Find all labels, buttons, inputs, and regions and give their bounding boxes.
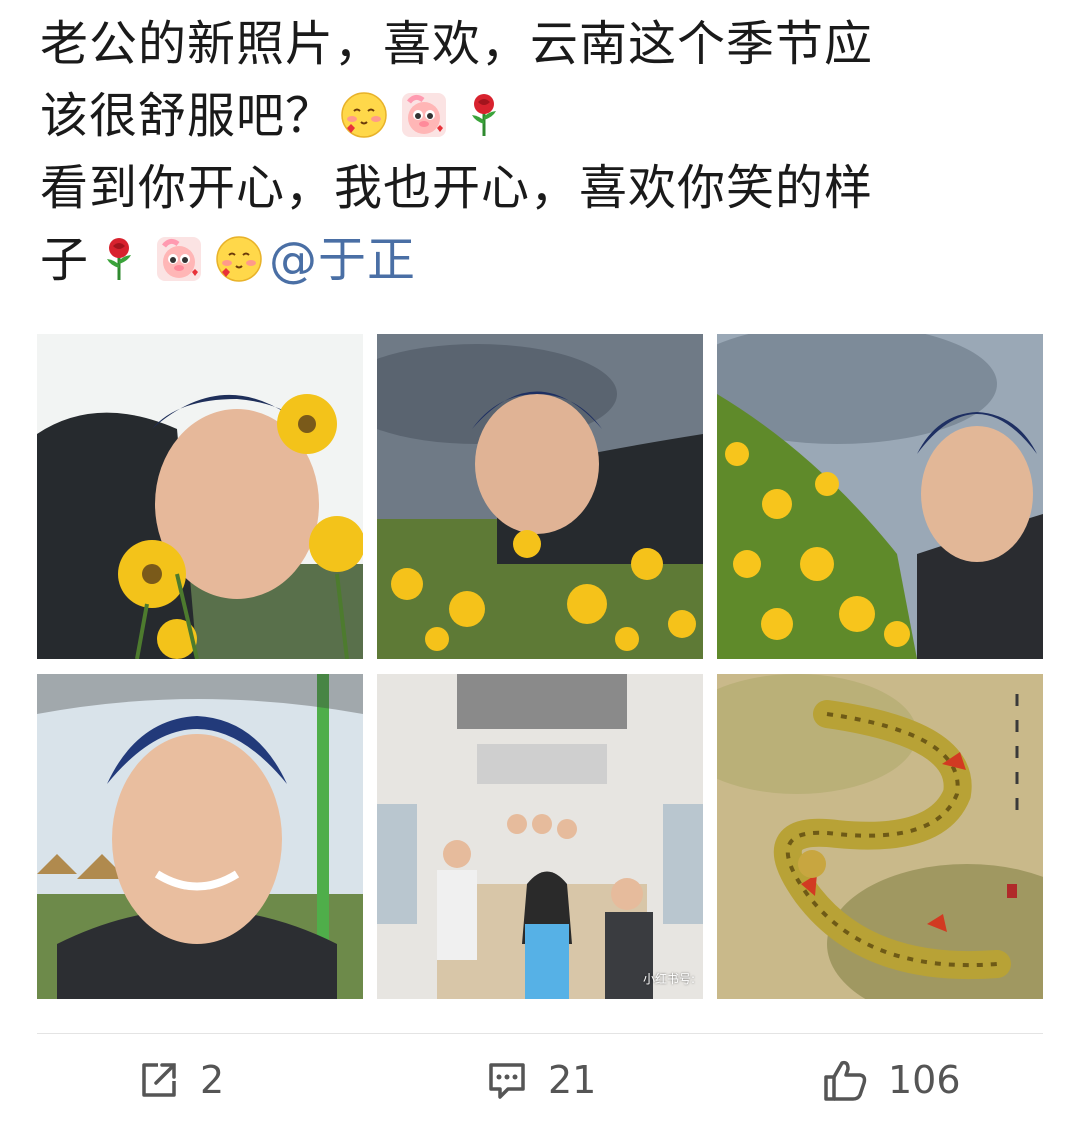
comment-button[interactable]: 21: [486, 1050, 596, 1110]
divider: [37, 1033, 1043, 1034]
photo-group-bus[interactable]: 小红书号:: [377, 674, 703, 999]
post-line-2: 该很舒服吧？: [40, 80, 1050, 152]
photo-dragon-painting[interactable]: [717, 674, 1043, 999]
rose-emoji: [94, 234, 144, 284]
photo-grid: 小红书号:: [37, 334, 1043, 999]
share-icon: [142, 1063, 176, 1097]
photo-selfie-flowers-1[interactable]: [37, 334, 363, 659]
repost-button[interactable]: 2: [138, 1050, 224, 1110]
watermark: 小红书号:: [642, 972, 695, 986]
mention-link[interactable]: @于正: [269, 232, 416, 288]
like-button[interactable]: 106: [822, 1050, 961, 1110]
rose-emoji: [459, 90, 509, 140]
comment-icon: [489, 1063, 525, 1099]
flower-pig-emoji: [154, 234, 204, 284]
photo-selfie-flowers-3[interactable]: [717, 334, 1043, 659]
like-count: 106: [888, 1058, 961, 1102]
post-line-1: 老公的新照片，喜欢，云南这个季节应: [40, 16, 874, 72]
post-text: 老公的新照片，喜欢，云南这个季节应 该很舒服吧？ 看到你开心，我也开心，喜欢你笑…: [40, 8, 1050, 296]
blush-emoji: [339, 90, 389, 140]
photo-selfie-flowers-2[interactable]: [377, 334, 703, 659]
blush-emoji: [214, 234, 264, 284]
post-line-3: 看到你开心，我也开心，喜欢你笑的样: [40, 160, 874, 216]
comment-count: 21: [548, 1058, 597, 1102]
post-line-2-text: 该很舒服吧？: [40, 88, 335, 144]
photo-selfie-bus[interactable]: [37, 674, 363, 999]
flower-pig-emoji: [399, 90, 449, 140]
repost-count: 2: [200, 1058, 225, 1102]
post-line-4: 子 @于正: [40, 224, 1050, 296]
action-bar: 2 21 106: [0, 1050, 1080, 1110]
post-line-4-text: 子: [40, 232, 90, 288]
thumbs-up-icon: [824, 1060, 867, 1101]
